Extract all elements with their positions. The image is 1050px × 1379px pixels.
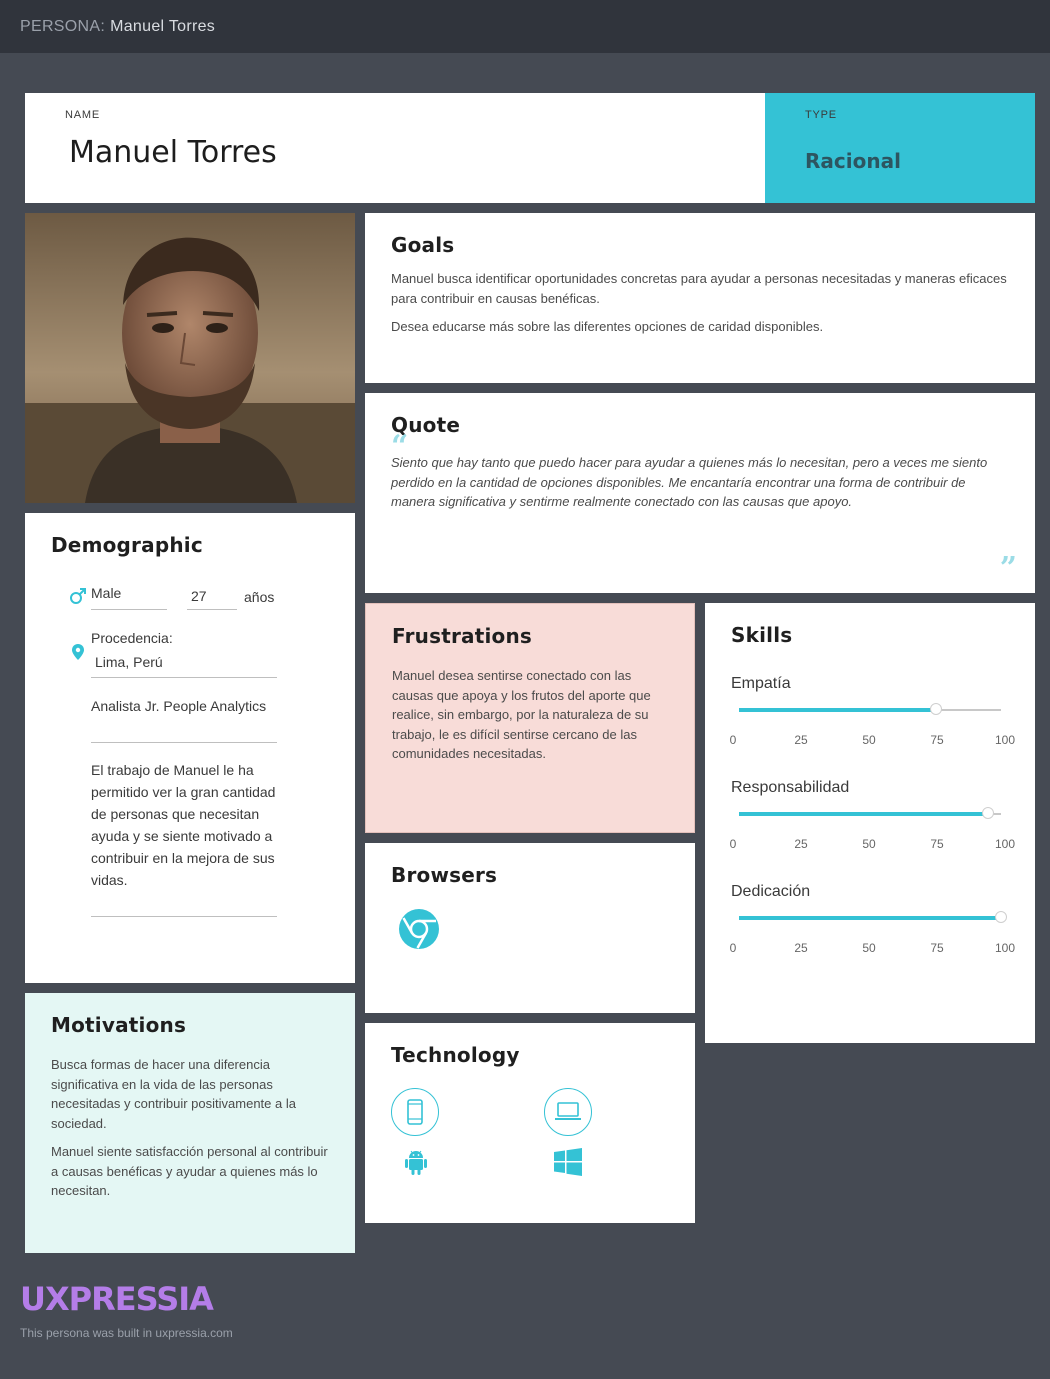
skill-tick-label: 25 (794, 733, 808, 747)
close-quote-icon: ” (999, 551, 1017, 586)
chrome-icon[interactable] (398, 908, 440, 955)
technology-title: Technology (391, 1043, 520, 1067)
persona-photo[interactable] (25, 213, 355, 503)
demographic-card: Demographic Male 27 años Procedencia: Li… (25, 513, 355, 983)
demographic-title: Demographic (51, 533, 203, 557)
skill-tick-label: 100 (994, 941, 1016, 955)
uxpressia-logo[interactable]: UXPRESSIA (20, 1280, 214, 1318)
name-label: NAME (65, 109, 100, 121)
motivations-card: Motivations Busca formas de hacer una di… (25, 993, 355, 1253)
persona-name[interactable]: Manuel Torres (69, 135, 277, 170)
skill-row: Responsabilidad 0 25 50 75 100 (730, 779, 1015, 851)
age-field[interactable]: 27 (187, 588, 237, 610)
skill-tick-label: 50 (862, 941, 876, 955)
origin-field[interactable]: Lima, Perú (91, 654, 277, 678)
skill-slider-handle[interactable] (995, 911, 1007, 923)
goals-card: Goals Manuel busca identificar oportunid… (365, 213, 1035, 383)
skills-card: Skills Empatía 0 25 50 75 100 Responsabilidad 0… (705, 603, 1035, 1043)
skill-name: Empatía (731, 675, 791, 692)
skill-slider-fill (739, 916, 1001, 920)
age-unit: años (244, 589, 275, 605)
skill-slider[interactable] (739, 911, 1007, 923)
skill-tick-label: 50 (862, 733, 876, 747)
header-persona-name: Manuel Torres (110, 17, 216, 35)
skill-slider-handle[interactable] (981, 807, 994, 819)
skill-name: Responsabilidad (731, 779, 850, 796)
top-bar: PERSONA: Manuel Torres (0, 0, 1050, 53)
skill-row: Dedicación 0 25 50 75 100 (730, 883, 1015, 955)
skill-slider[interactable] (739, 703, 1001, 715)
name-card: NAME Manuel Torres (25, 93, 765, 203)
open-quote-icon: “ (391, 429, 409, 464)
goals-paragraph[interactable]: Manuel busca identificar oportunidades c… (391, 269, 1009, 308)
persona-portrait (25, 213, 355, 503)
footer-note[interactable]: This persona was built in uxpressia.com (20, 1326, 233, 1340)
goals-paragraph[interactable]: Desea educarse más sobre las diferentes … (391, 317, 1009, 337)
skill-tick-label: 100 (994, 837, 1016, 851)
persona-type[interactable]: Racional (805, 149, 901, 173)
skill-tick-label: 50 (862, 837, 876, 851)
motivations-title: Motivations (51, 1013, 187, 1037)
goals-title: Goals (391, 233, 455, 257)
type-card: TYPE Racional (765, 93, 1035, 203)
job-field[interactable]: Analista Jr. People Analytics (91, 695, 277, 743)
windows-icon[interactable] (554, 1148, 582, 1181)
frustrations-text[interactable]: Manuel desea sentirse conectado con las … (392, 666, 668, 764)
browsers-title: Browsers (391, 863, 498, 887)
motivations-paragraph[interactable]: Busca formas de hacer una diferencia sig… (51, 1055, 329, 1133)
male-icon (69, 587, 87, 608)
origin-label: Procedencia: (91, 630, 173, 646)
technology-card: Technology (365, 1023, 695, 1223)
skill-slider-handle[interactable] (929, 703, 942, 715)
laptop-icon[interactable] (544, 1088, 592, 1136)
skill-slider-fill (739, 812, 988, 816)
frustrations-card: Frustrations Manuel desea sentirse conec… (365, 603, 695, 833)
type-label: TYPE (805, 109, 837, 121)
skill-tick-label: 100 (994, 733, 1016, 747)
header-prefix: PERSONA: (20, 17, 106, 35)
quote-title: Quote (391, 413, 461, 437)
skill-name: Dedicación (731, 883, 811, 900)
skill-slider-fill (739, 708, 936, 712)
bio-field[interactable]: El trabajo de Manuel le ha permitido ver… (91, 759, 277, 917)
browsers-card: Browsers (365, 843, 695, 1013)
skill-tick-label: 75 (930, 941, 944, 955)
frustrations-title: Frustrations (392, 624, 533, 648)
skill-tick-label: 0 (729, 941, 737, 955)
skill-tick-label: 75 (930, 837, 944, 851)
android-icon[interactable] (405, 1149, 427, 1180)
quote-text[interactable]: Siento que hay tanto que puedo hacer par… (391, 453, 1009, 512)
skill-tick-label: 0 (729, 733, 737, 747)
gender-field[interactable]: Male (91, 585, 167, 610)
skill-tick-label: 25 (794, 941, 808, 955)
skills-title: Skills (731, 623, 793, 647)
motivations-paragraph[interactable]: Manuel siente satisfacción personal al c… (51, 1142, 329, 1201)
skill-tick-label: 25 (794, 837, 808, 851)
skill-row: Empatía 0 25 50 75 100 (730, 675, 1015, 747)
location-pin-icon (71, 643, 85, 664)
smartphone-icon[interactable] (391, 1088, 439, 1136)
skill-slider[interactable] (739, 807, 1001, 819)
skill-tick-label: 0 (729, 837, 737, 851)
skill-tick-label: 75 (930, 733, 944, 747)
quote-card: Quote “ Siento que hay tanto que puedo h… (365, 393, 1035, 593)
